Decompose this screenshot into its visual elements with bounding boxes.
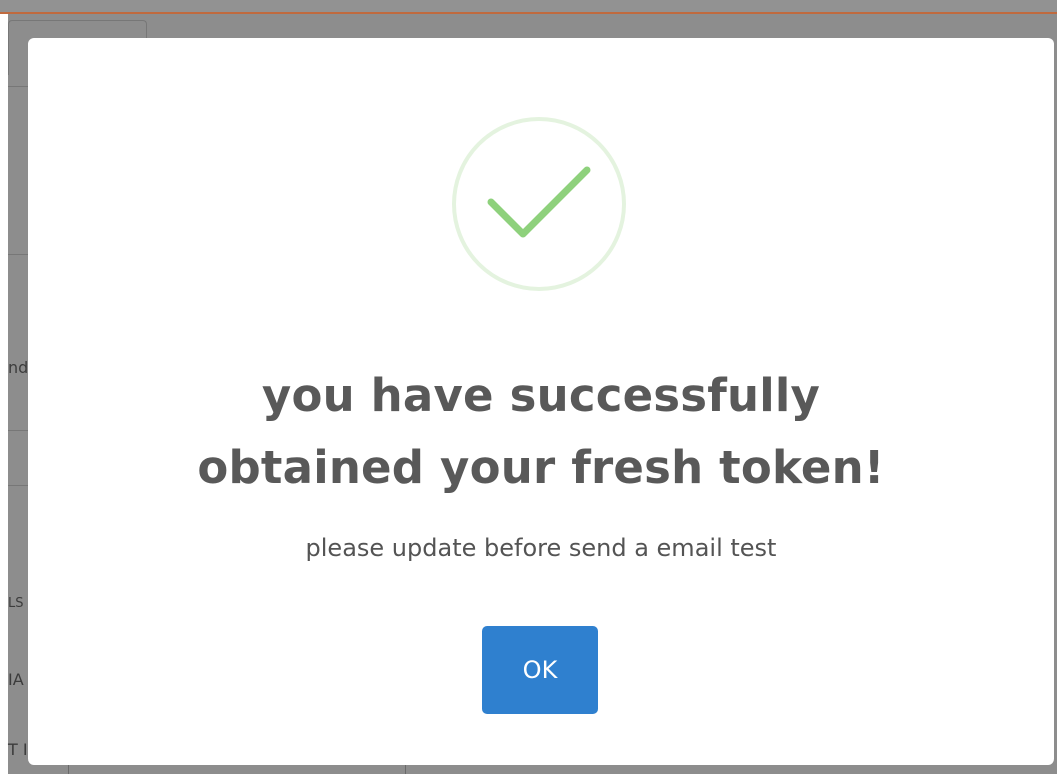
dialog-title: you have successfully obtained your fres…: [28, 360, 1054, 504]
background-label: IA: [8, 670, 24, 689]
background-label: T I: [8, 740, 28, 759]
background-label: nd: [8, 358, 29, 377]
background-label: LS: [8, 596, 24, 611]
background-divider: [8, 485, 28, 486]
background-divider: [8, 254, 28, 255]
dialog-title-line: obtained your fresh token!: [197, 441, 885, 494]
background-divider: [8, 86, 28, 87]
ok-button[interactable]: OK: [482, 626, 598, 714]
dialog-message: please update before send a email test: [305, 534, 777, 562]
background-divider: [405, 764, 406, 774]
background-divider: [8, 430, 28, 431]
app-left-gutter: [0, 14, 8, 774]
page: nd LS IA T I you have successfully obtai…: [0, 0, 1057, 774]
success-dialog: you have successfully obtained your fres…: [28, 38, 1054, 765]
checkmark-success-icon: [452, 117, 626, 291]
dialog-title-line: you have successfully: [261, 369, 821, 422]
app-top-bar: [0, 0, 1057, 14]
background-divider: [68, 764, 69, 774]
